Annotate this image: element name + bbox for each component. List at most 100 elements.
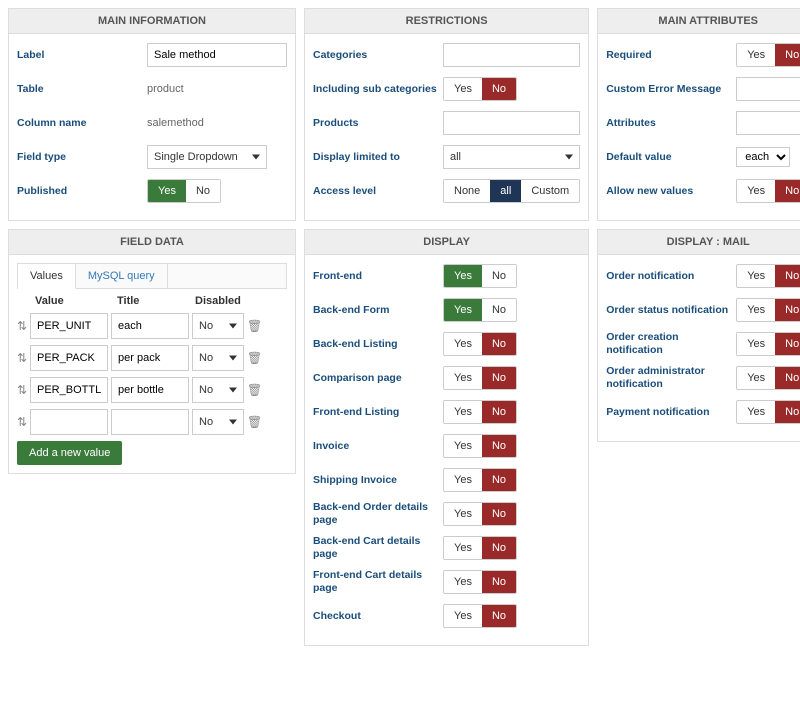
drag-handle-icon[interactable]: ⇅ [17,351,27,365]
no-option[interactable]: No [482,299,516,321]
row-toggle[interactable]: YesNo [443,366,517,390]
trash-icon[interactable]: 🗑 [247,415,259,429]
required-toggle[interactable]: YesNo [736,43,800,67]
drag-handle-icon[interactable]: ⇅ [17,383,27,397]
row-label: Order status notification [606,304,736,317]
yes-option[interactable]: Yes [444,605,482,627]
access-option[interactable]: None [444,180,490,202]
value-input[interactable] [30,345,108,371]
chevron-down-icon [229,420,237,425]
col-title: Title [117,295,195,307]
no-option[interactable]: No [482,78,516,100]
no-option[interactable]: No [775,265,800,287]
no-option[interactable]: No [775,44,800,66]
default-select[interactable]: each [736,147,790,167]
yes-option[interactable]: Yes [444,503,482,525]
no-option[interactable]: No [482,367,516,389]
row-toggle[interactable]: YesNo [736,332,800,356]
products-input[interactable] [443,111,580,135]
no-option[interactable]: No [482,435,516,457]
no-option[interactable]: No [482,503,516,525]
attributes-input[interactable] [736,111,800,135]
yes-option[interactable]: Yes [444,265,482,287]
no-option[interactable]: No [775,299,800,321]
published-toggle[interactable]: YesNo [147,179,221,203]
yes-option[interactable]: Yes [737,180,775,202]
categories-input[interactable] [443,43,580,67]
value-input[interactable] [30,377,108,403]
yes-option[interactable]: Yes [444,367,482,389]
allownew-toggle[interactable]: YesNo [736,179,800,203]
yes-option[interactable]: Yes [737,44,775,66]
errmsg-input[interactable] [736,77,800,101]
yes-option[interactable]: Yes [444,571,482,593]
no-option[interactable]: No [186,180,220,202]
access-option[interactable]: Custom [521,180,579,202]
yes-option[interactable]: Yes [444,537,482,559]
yes-option[interactable]: Yes [444,78,482,100]
no-option[interactable]: No [482,265,516,287]
yes-option[interactable]: Yes [737,299,775,321]
disabled-select[interactable]: No [192,313,244,339]
tab-values[interactable]: Values [18,264,76,289]
value-input[interactable] [30,409,108,435]
yes-option[interactable]: Yes [737,401,775,423]
disabled-select[interactable]: No [192,345,244,371]
row-toggle[interactable]: YesNo [443,502,517,526]
row-toggle[interactable]: YesNo [736,366,800,390]
title-input[interactable] [111,313,189,339]
row-toggle[interactable]: YesNo [736,298,800,322]
disabled-select[interactable]: No [192,377,244,403]
incsub-toggle[interactable]: YesNo [443,77,517,101]
add-value-button[interactable]: Add a new value [17,441,122,465]
value-input[interactable] [30,313,108,339]
yes-option[interactable]: Yes [737,265,775,287]
trash-icon[interactable]: 🗑 [247,351,259,365]
no-option[interactable]: No [775,333,800,355]
yes-option[interactable]: Yes [444,401,482,423]
row-toggle[interactable]: YesNo [736,400,800,424]
yes-option[interactable]: Yes [444,299,482,321]
yes-option[interactable]: Yes [444,333,482,355]
title-input[interactable] [111,377,189,403]
row-toggle[interactable]: YesNo [443,332,517,356]
yes-option[interactable]: Yes [444,469,482,491]
panel-main-attributes: MAIN ATTRIBUTES Required YesNo Custom Er… [597,8,800,221]
no-option[interactable]: No [775,367,800,389]
no-option[interactable]: No [482,469,516,491]
yes-option[interactable]: Yes [444,435,482,457]
row-toggle[interactable]: YesNo [443,604,517,628]
displimit-select[interactable]: all [443,145,580,169]
no-option[interactable]: No [482,605,516,627]
drag-handle-icon[interactable]: ⇅ [17,319,27,333]
row-toggle[interactable]: YesNo [443,570,517,594]
row-toggle[interactable]: YesNo [443,536,517,560]
no-option[interactable]: No [482,537,516,559]
row-toggle[interactable]: YesNo [443,434,517,458]
no-option[interactable]: No [482,333,516,355]
label-input[interactable] [147,43,287,67]
no-option[interactable]: No [482,401,516,423]
title-input[interactable] [111,345,189,371]
row-toggle[interactable]: YesNo [443,298,517,322]
trash-icon[interactable]: 🗑 [247,319,259,333]
no-option[interactable]: No [775,180,800,202]
row-toggle[interactable]: YesNo [443,264,517,288]
row-toggle[interactable]: YesNo [443,400,517,424]
row-toggle[interactable]: YesNo [443,468,517,492]
row-toggle[interactable]: YesNo [736,264,800,288]
title-input[interactable] [111,409,189,435]
yes-option[interactable]: Yes [148,180,186,202]
yes-option[interactable]: Yes [737,367,775,389]
yes-option[interactable]: Yes [737,333,775,355]
drag-handle-icon[interactable]: ⇅ [17,415,27,429]
tab-mysql[interactable]: MySQL query [76,264,168,288]
no-option[interactable]: No [482,571,516,593]
fieldtype-select[interactable]: Single Dropdown [147,145,267,169]
access-toggle[interactable]: NoneallCustom [443,179,580,203]
label-products: Products [313,117,443,130]
disabled-select[interactable]: No [192,409,244,435]
no-option[interactable]: No [775,401,800,423]
trash-icon[interactable]: 🗑 [247,383,259,397]
access-option[interactable]: all [490,180,521,202]
